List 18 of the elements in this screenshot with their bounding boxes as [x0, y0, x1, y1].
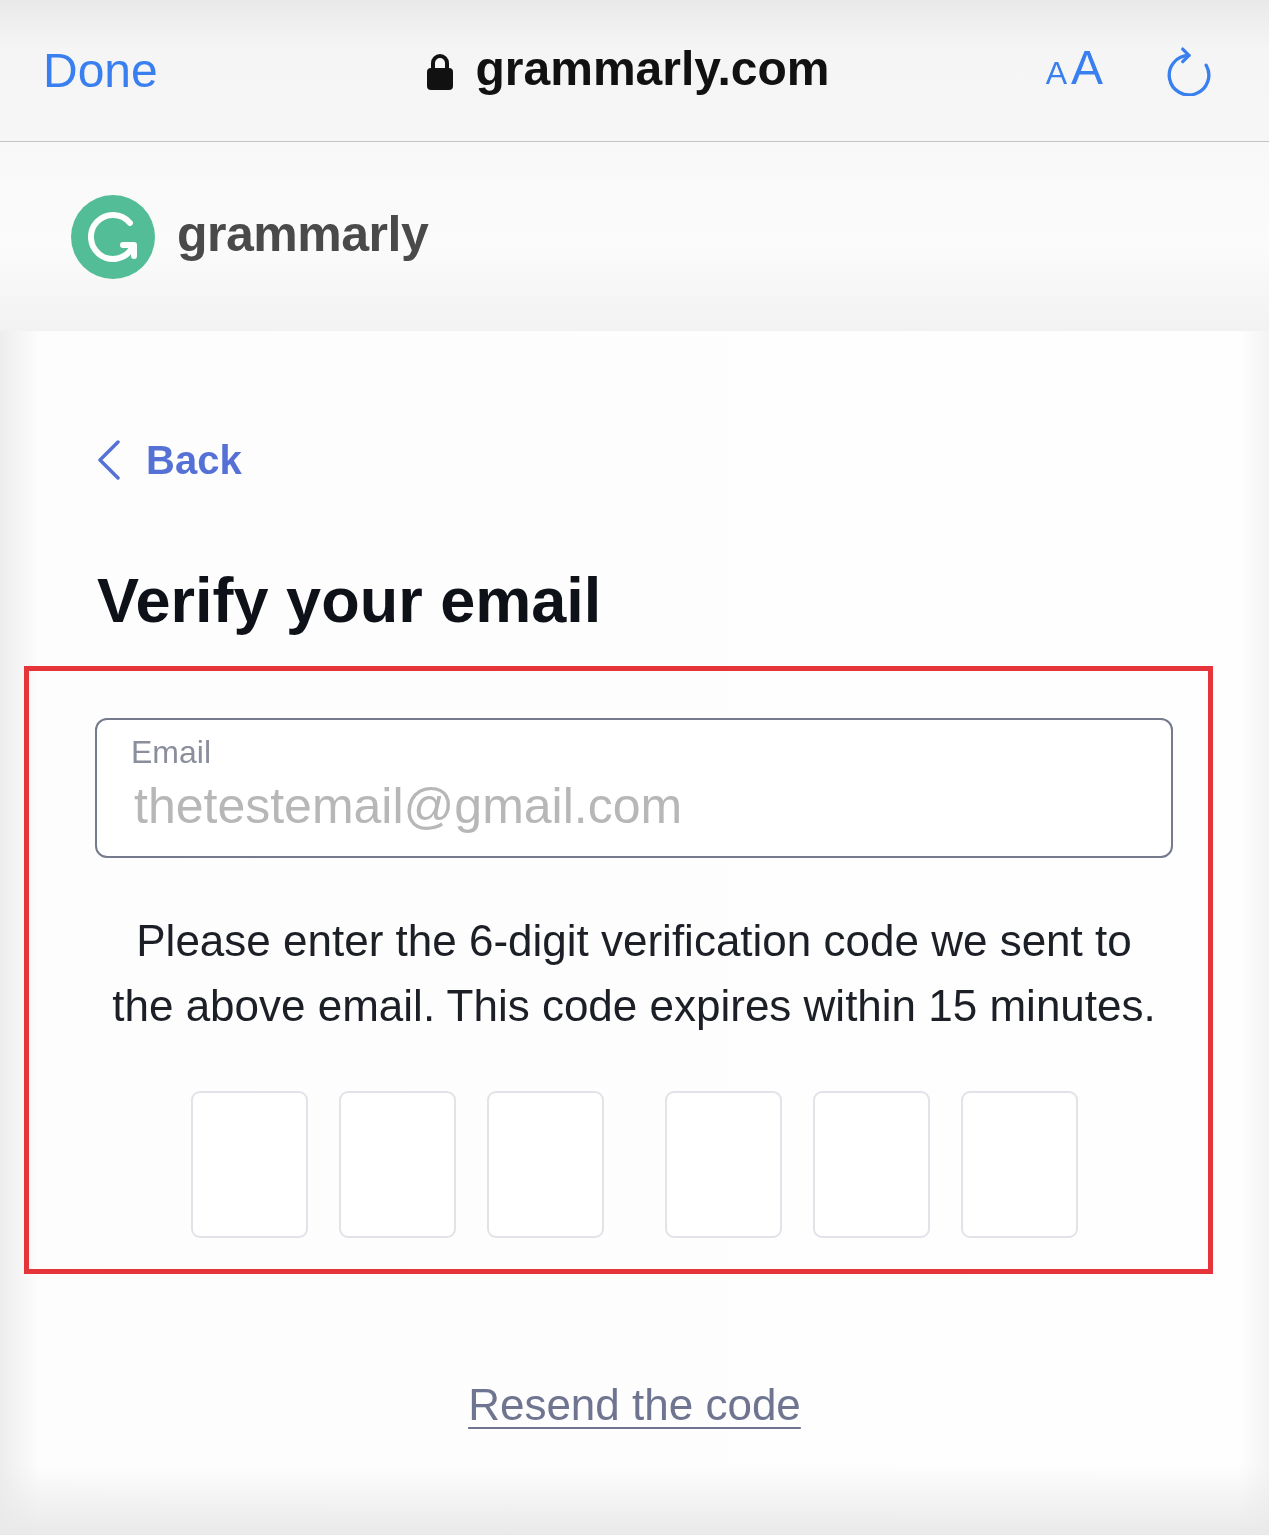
code-digit-field[interactable]: [960, 1091, 1078, 1238]
resend-link[interactable]: Resend the code: [468, 1380, 801, 1429]
code-digit-field[interactable]: [190, 1091, 308, 1238]
reload-icon[interactable]: [1167, 45, 1212, 96]
logo-icon: [71, 194, 155, 279]
done-button[interactable]: Done: [43, 42, 158, 99]
logo-wordmark[interactable]: grammarly: [177, 203, 429, 264]
code-digit-field[interactable]: [486, 1091, 604, 1238]
address-text[interactable]: grammarly.com: [475, 40, 830, 97]
back-link[interactable]: Back: [97, 436, 242, 484]
page-title: Verify your email: [97, 564, 602, 637]
text-size-button[interactable]: AA: [1045, 43, 1103, 98]
code-digit-field[interactable]: [338, 1091, 456, 1238]
chevron-left-icon: [97, 440, 121, 480]
email-label: Email: [131, 733, 211, 771]
instructions-text: Please enter the 6-digit verification code we sent to the above email. This code expires within 15 minutes.: [111, 915, 1157, 1032]
code-digit-field[interactable]: [812, 1091, 930, 1238]
code-digit-field[interactable]: [664, 1091, 782, 1238]
